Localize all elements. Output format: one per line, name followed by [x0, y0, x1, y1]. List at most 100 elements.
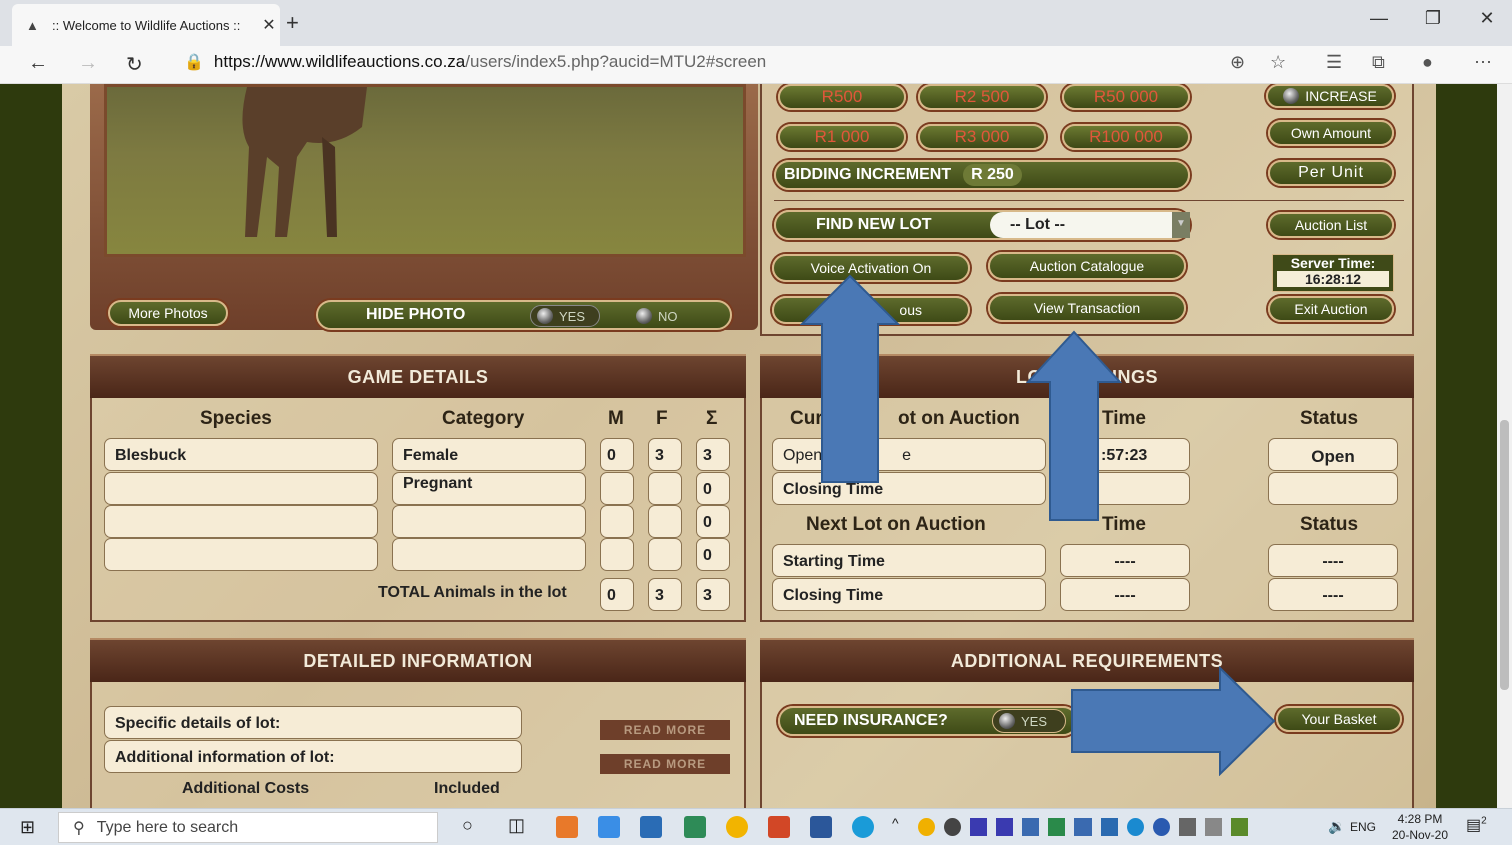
annotation-arrow-right-icon	[1071, 666, 1276, 776]
increase-button[interactable]: INCREASE	[1266, 84, 1394, 108]
chrome-app-icon[interactable]	[726, 816, 748, 838]
back-icon[interactable]: ←	[28, 52, 48, 75]
notification-center-icon[interactable]: ▤2	[1466, 815, 1487, 835]
outlook-app-icon[interactable]	[556, 816, 578, 838]
starting-time-label-cell: Starting Time	[772, 544, 1046, 577]
exit-auction-button[interactable]: Exit Auction	[1268, 296, 1394, 322]
yes-label: YES	[559, 308, 586, 324]
notification-count: 2	[1481, 815, 1487, 827]
lock-icon: 🔒	[184, 54, 204, 71]
bid-r100000-button[interactable]: R100 000	[1062, 124, 1190, 150]
bid-r50000-button[interactable]: R50 000	[1062, 84, 1190, 110]
next-lot-header: Next Lot on Auction	[806, 514, 986, 535]
no-label: NO	[658, 308, 678, 324]
app-icon[interactable]	[640, 816, 662, 838]
sum-cell: 3	[696, 438, 730, 471]
game-details-header: GAME DETAILS	[90, 354, 746, 398]
lot-select[interactable]: -- Lot --	[990, 212, 1186, 238]
detailed-info-header: DETAILED INFORMATION	[90, 638, 746, 682]
powerpoint-app-icon[interactable]	[768, 816, 790, 838]
male-cell	[600, 505, 634, 538]
total-animals-label: TOTAL Animals in the lot	[378, 584, 567, 601]
window-close-icon[interactable]: ✕	[1464, 8, 1510, 29]
female-cell	[648, 538, 682, 571]
male-cell	[600, 472, 634, 505]
volume-icon[interactable]: 🔉	[1328, 818, 1345, 835]
male-header: M	[608, 408, 624, 429]
category-header: Category	[442, 408, 525, 429]
insurance-yes-radio[interactable]: YES	[992, 709, 1066, 733]
find-new-lot-label: FIND NEW LOT	[816, 216, 932, 233]
refresh-icon[interactable]: ↻	[126, 52, 143, 77]
total-female-cell: 3	[648, 578, 682, 611]
closing-status-cell	[1268, 472, 1398, 505]
restore-icon[interactable]: ❐	[1410, 8, 1456, 29]
excel-app-icon[interactable]	[684, 816, 706, 838]
clock-time: 4:28 PM	[1397, 812, 1443, 826]
own-amount-button[interactable]: Own Amount	[1268, 120, 1394, 146]
more-photos-button[interactable]: More Photos	[108, 300, 228, 326]
profile-avatar-icon[interactable]: ●	[1422, 52, 1433, 73]
tray-expand-icon[interactable]: ^	[892, 815, 899, 831]
browser-tab[interactable]: ▲ :: Welcome to Wildlife Auctions :: ✕	[12, 4, 280, 46]
species-cell	[104, 472, 378, 505]
read-more-button-2[interactable]: READ MORE	[600, 754, 730, 774]
species-cell	[104, 538, 378, 571]
collections-icon[interactable]: ⧉	[1372, 52, 1385, 73]
zoom-icon[interactable]: ⊕	[1230, 52, 1245, 73]
animal-photo	[104, 84, 746, 257]
annotation-arrow-up-icon	[800, 274, 900, 483]
windows-start-icon[interactable]: ⊞	[20, 817, 35, 838]
close-tab-icon[interactable]: ✕	[258, 15, 280, 35]
new-tab-icon[interactable]: +	[286, 10, 299, 36]
forward-icon[interactable]: →	[78, 52, 98, 75]
windows-taskbar: ⊞ ⚲ Type here to search ○ ◫ ^ 🔉 ENG 4:28…	[0, 808, 1512, 845]
per-unit-button[interactable]: Per Unit	[1268, 160, 1394, 186]
url-field[interactable]: 🔒 https://www.wildlifeauctions.co.za/use…	[184, 52, 766, 72]
read-more-button-1[interactable]: READ MORE	[600, 720, 730, 740]
scrollbar-thumb[interactable]	[1500, 420, 1509, 690]
radio-dot-icon	[1283, 88, 1300, 104]
server-time-box: Server Time: 16:28:12	[1272, 254, 1394, 292]
more-menu-icon[interactable]: ⋯	[1474, 52, 1492, 73]
word-app-icon[interactable]	[810, 816, 832, 838]
task-view-icon[interactable]: ◫	[508, 815, 525, 836]
view-transaction-button[interactable]: View Transaction	[988, 294, 1186, 322]
hide-photo-no-radio[interactable]: NO	[632, 305, 702, 327]
favorite-star-icon[interactable]: ☆	[1270, 52, 1286, 73]
taskbar-search-box[interactable]: ⚲ Type here to search	[58, 812, 438, 843]
favorites-list-icon[interactable]: ☰	[1326, 52, 1342, 73]
chevron-down-icon[interactable]: ▼	[1172, 212, 1190, 238]
edge-app-icon[interactable]	[852, 816, 874, 838]
bid-r2500-button[interactable]: R2 500	[918, 84, 1046, 110]
bid-r500-button[interactable]: R500	[778, 84, 906, 110]
bidding-increment-value: R 250	[963, 164, 1022, 186]
server-time-value: 16:28:12	[1277, 271, 1389, 287]
current-status-cell: Open	[1268, 438, 1398, 471]
hide-photo-yes-radio[interactable]: YES	[530, 305, 600, 327]
bid-r3000-button[interactable]: R3 000	[918, 124, 1046, 150]
female-header: F	[656, 408, 668, 429]
male-cell: 0	[600, 438, 634, 471]
insurance-yes-label: YES	[1021, 713, 1048, 729]
auction-catalogue-button[interactable]: Auction Catalogue	[988, 252, 1186, 280]
category-cell	[392, 538, 586, 571]
cortana-icon[interactable]: ○	[462, 815, 473, 836]
next-closing-time-cell: ----	[1060, 578, 1190, 611]
additional-info-cell: Additional information of lot:	[104, 740, 522, 773]
your-basket-button[interactable]: Your Basket	[1276, 706, 1402, 732]
language-indicator[interactable]: ENG	[1350, 820, 1376, 834]
minimize-icon[interactable]: —	[1356, 8, 1402, 29]
system-tray-icons[interactable]	[918, 818, 1249, 836]
total-sum-cell: 3	[696, 578, 730, 611]
sum-header: Σ	[706, 408, 718, 429]
clock-date: 20-Nov-20	[1391, 828, 1449, 842]
category-cell: Pregnant	[392, 472, 586, 505]
auction-list-button[interactable]: Auction List	[1268, 212, 1394, 238]
taskbar-clock[interactable]: 4:28 PM 20-Nov-20	[1386, 811, 1454, 843]
site-favicon-icon: ▲	[26, 18, 39, 33]
file-explorer-icon[interactable]	[598, 816, 620, 838]
web-page: More Photos HIDE PHOTO YES NO R500 R2 50…	[0, 84, 1497, 808]
bid-r1000-button[interactable]: R1 000	[778, 124, 906, 150]
female-cell: 3	[648, 438, 682, 471]
